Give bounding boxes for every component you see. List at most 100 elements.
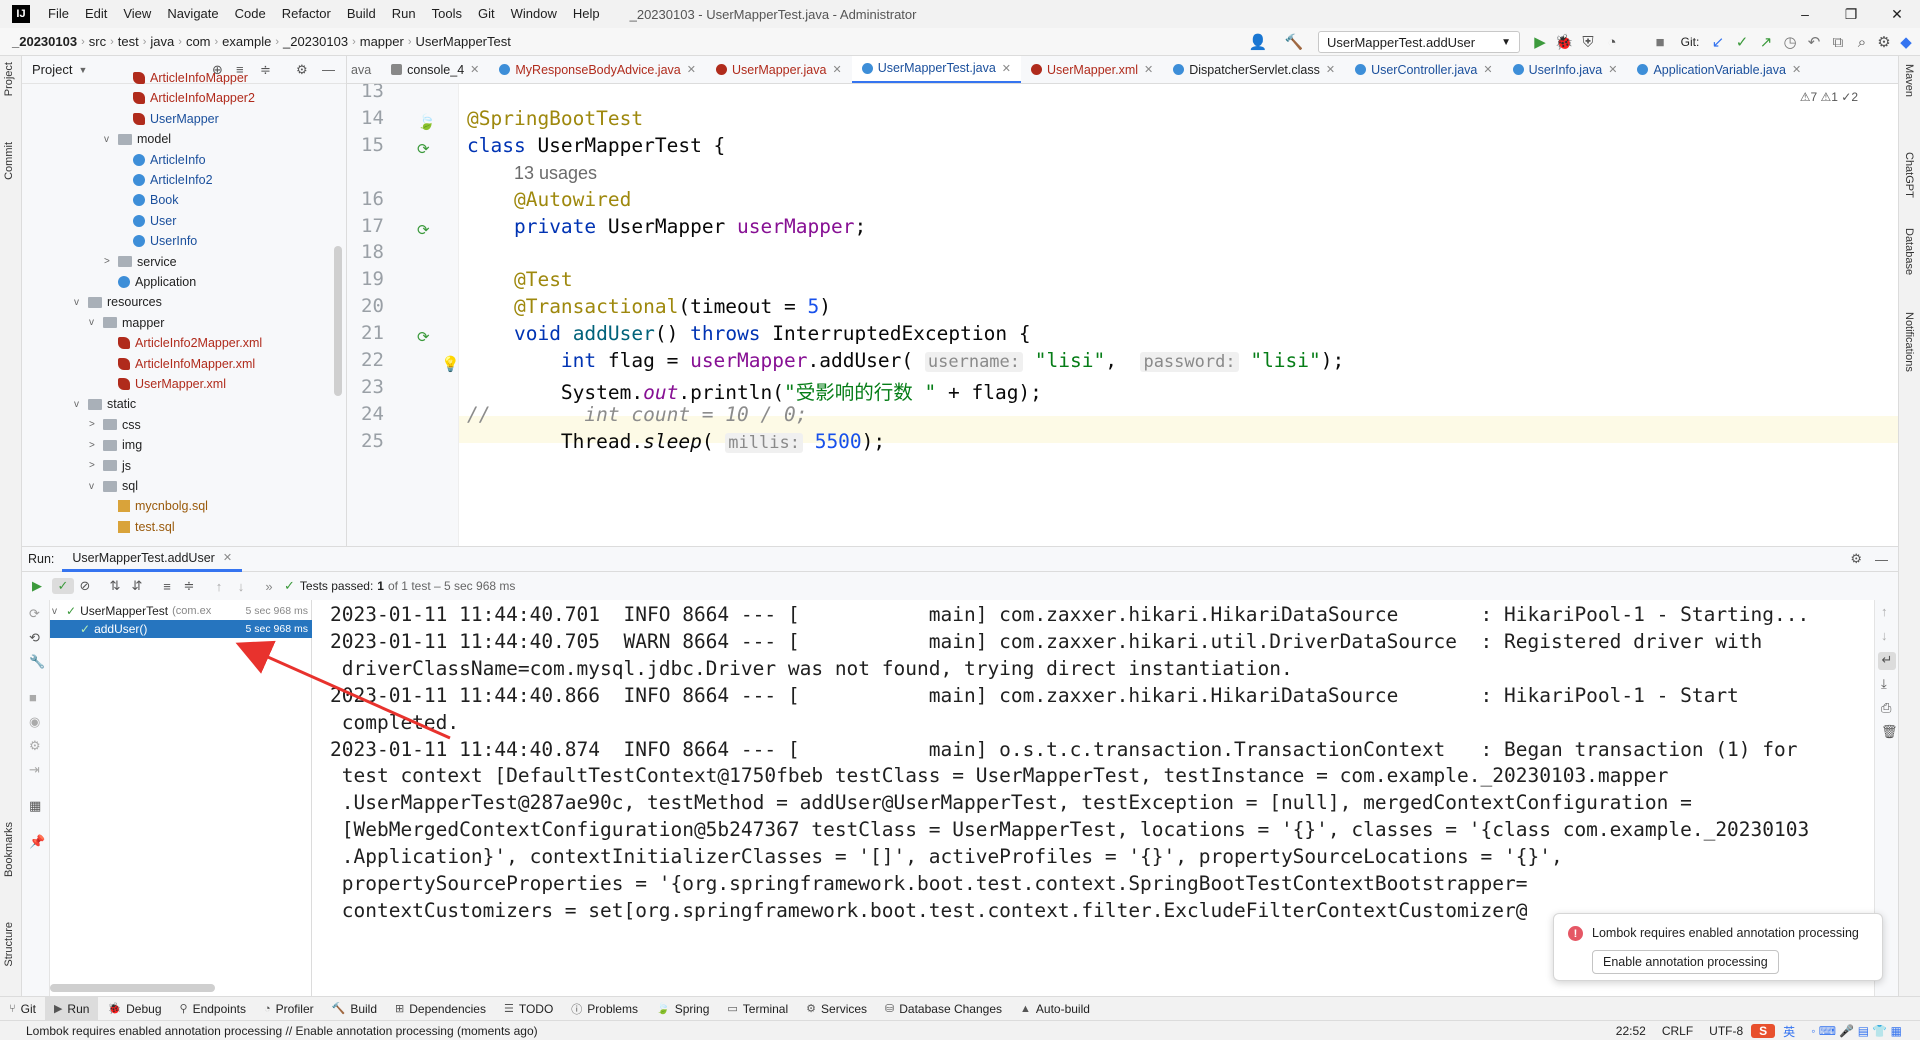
test-tree-scrollbar[interactable] [50, 984, 215, 992]
menu-file[interactable]: File [40, 0, 77, 28]
tool-tab-notifications[interactable]: Notifications [1903, 312, 1915, 372]
menu-navigate[interactable]: Navigate [159, 0, 226, 28]
menu-code[interactable]: Code [227, 0, 274, 28]
project-tree-item[interactable]: Application [104, 272, 196, 292]
editor-tab[interactable]: UserMapper.java ✕ [706, 56, 852, 83]
project-tree-item[interactable]: > css [89, 415, 141, 435]
run-icon[interactable]: ▶ [1530, 32, 1550, 52]
tool-window-terminal[interactable]: ▭ Terminal [718, 997, 797, 1021]
menu-edit[interactable]: Edit [77, 0, 115, 28]
coverage-icon[interactable]: ⛨ [1578, 32, 1598, 52]
pin-icon[interactable]: 📌 [29, 834, 45, 850]
menu-build[interactable]: Build [339, 0, 384, 28]
rerun-icon[interactable]: ▶ [26, 578, 48, 594]
code-line[interactable]: @SpringBootTest [467, 107, 643, 130]
tool-window-build[interactable]: 🔨 Build [323, 997, 386, 1021]
file-encoding[interactable]: UTF-8 [1701, 1024, 1751, 1038]
scroll-up-icon[interactable]: ↑ [1881, 604, 1888, 619]
autowired-icon[interactable]: ⟳ [417, 221, 430, 239]
menu-refactor[interactable]: Refactor [274, 0, 339, 28]
gear-icon[interactable]: ⚙ [296, 62, 308, 78]
run-tab[interactable]: UserMapperTest.addUser ✕ [62, 546, 243, 572]
code-line[interactable]: int flag = userMapper.addUser( username:… [467, 349, 1344, 372]
code-line[interactable]: void addUser() throws InterruptedExcepti… [467, 322, 1031, 345]
gear-icon[interactable]: ⚙ [1850, 551, 1862, 567]
profile-icon[interactable]: ◔ [1602, 32, 1622, 52]
spring-bean-icon[interactable]: 🍃 [417, 113, 436, 131]
tool-window-run[interactable]: ▶ Run [44, 996, 99, 1021]
run-configuration-select[interactable]: UserMapperTest.addUser ▼ [1318, 31, 1520, 53]
project-scrollbar[interactable] [334, 246, 342, 396]
chevron-right-icon[interactable]: > [104, 256, 118, 267]
build-hammer-icon[interactable]: 🔨 [1284, 32, 1304, 52]
project-tree-item[interactable]: Book [119, 190, 179, 210]
breadcrumb-item[interactable]: _20230103 [279, 34, 352, 49]
close-icon[interactable]: ✕ [1608, 63, 1617, 76]
collapse-all-icon[interactable]: ≑ [178, 578, 200, 594]
tab-overflow-left[interactable]: ava [347, 56, 381, 83]
editor-tab[interactable]: ApplicationVariable.java ✕ [1627, 56, 1811, 83]
status-message[interactable]: Lombok requires enabled annotation proce… [26, 1024, 538, 1038]
editor-tab[interactable]: console_4 ✕ [381, 56, 489, 83]
breadcrumb-item[interactable]: UserMapperTest [411, 34, 514, 49]
print-icon[interactable]: ⎙ [1881, 700, 1891, 716]
test-class-row[interactable]: v ✓ UserMapperTest (com.ex 5 sec 968 ms [50, 602, 312, 620]
code-line[interactable]: System.out.println("受影响的行数 " + flag); [467, 376, 1042, 405]
close-icon[interactable]: ✕ [832, 63, 841, 76]
more-icon[interactable]: » [258, 579, 280, 594]
project-tree-item[interactable]: UserMapper [119, 109, 219, 129]
tool-window-spring[interactable]: 🍃 Spring [647, 997, 718, 1021]
line-separator[interactable]: CRLF [1654, 1024, 1701, 1038]
run-test-method-icon[interactable]: ⟳ [417, 328, 430, 346]
chevron-down-icon[interactable]: v [52, 606, 66, 617]
chevron-right-icon[interactable]: > [89, 440, 103, 451]
camera-icon[interactable]: ◉ [29, 714, 40, 730]
breadcrumb-item[interactable]: mapper [356, 34, 408, 49]
tool-tab-project[interactable]: Project [3, 62, 15, 96]
tool-window-dependencies[interactable]: ⊞ Dependencies [386, 997, 495, 1021]
editor-tab[interactable]: UserMapper.xml ✕ [1021, 56, 1163, 83]
export-icon[interactable]: ⇥ [29, 762, 40, 778]
chevron-down-icon[interactable]: v [89, 317, 103, 328]
code-line[interactable]: @Test [467, 268, 573, 291]
tool-window-auto-build[interactable]: ▲ Auto-build [1011, 997, 1099, 1021]
expand-all-icon[interactable]: ≡ [156, 579, 178, 594]
inspection-widget[interactable]: ⚠7 ⚠1 ✓2 [1800, 90, 1858, 104]
caret-position[interactable]: 22:52 [1608, 1024, 1654, 1038]
show-ignored-icon[interactable]: ⊘ [74, 578, 96, 594]
close-icon[interactable]: ✕ [1002, 62, 1011, 75]
stop-icon[interactable]: ■ [1650, 32, 1670, 52]
tool-tab-bookmarks[interactable]: Bookmarks [3, 822, 15, 877]
project-tree-item[interactable]: test.sql [104, 517, 175, 537]
editor-tab[interactable]: UserController.java ✕ [1345, 56, 1503, 83]
code-line[interactable]: private UserMapper userMapper; [467, 215, 866, 238]
tool-window-todo[interactable]: ☰ TODO [495, 997, 562, 1021]
chevron-down-icon[interactable]: v [74, 399, 88, 410]
clear-console-icon[interactable]: 🗑 [1881, 724, 1898, 740]
project-tree-item[interactable]: v static [74, 394, 136, 414]
chevron-right-icon[interactable]: > [89, 460, 103, 471]
chevron-down-icon[interactable]: v [89, 481, 103, 492]
user-icon[interactable]: 👤 [1248, 32, 1268, 52]
show-passed-icon[interactable]: ✓ [52, 578, 74, 594]
git-update-icon[interactable]: ↙ [1708, 32, 1728, 52]
breadcrumb-item[interactable]: example [218, 34, 275, 49]
breadcrumb-item[interactable]: java [146, 34, 178, 49]
hide-icon[interactable]: — [1875, 552, 1888, 567]
code-line[interactable]: @Autowired [467, 188, 631, 211]
rollback-icon[interactable]: ↶ [1804, 32, 1824, 52]
ime-language[interactable]: 英 [1775, 1023, 1803, 1040]
scroll-to-end-icon[interactable]: ⤓ [1881, 676, 1887, 692]
breadcrumb-item[interactable]: src [85, 34, 110, 49]
chevron-down-icon[interactable]: v [74, 297, 88, 308]
editor-tab[interactable]: UserInfo.java ✕ [1503, 56, 1628, 83]
code-line[interactable]: // int count = 10 / 0; [467, 403, 807, 426]
tool-window-endpoints[interactable]: ⚲ Endpoints [171, 997, 255, 1021]
tool-tab-structure[interactable]: Structure [3, 922, 15, 967]
project-title[interactable]: Project [32, 62, 72, 77]
sort-duration-icon[interactable]: ⇵ [126, 578, 148, 594]
tool-tab-chatgpt[interactable]: ChatGPT [1903, 152, 1915, 198]
tool-tab-database[interactable]: Database [1903, 228, 1915, 275]
breadcrumb-item[interactable]: com [182, 34, 215, 49]
gear-icon[interactable]: ⚙ [1874, 32, 1894, 52]
